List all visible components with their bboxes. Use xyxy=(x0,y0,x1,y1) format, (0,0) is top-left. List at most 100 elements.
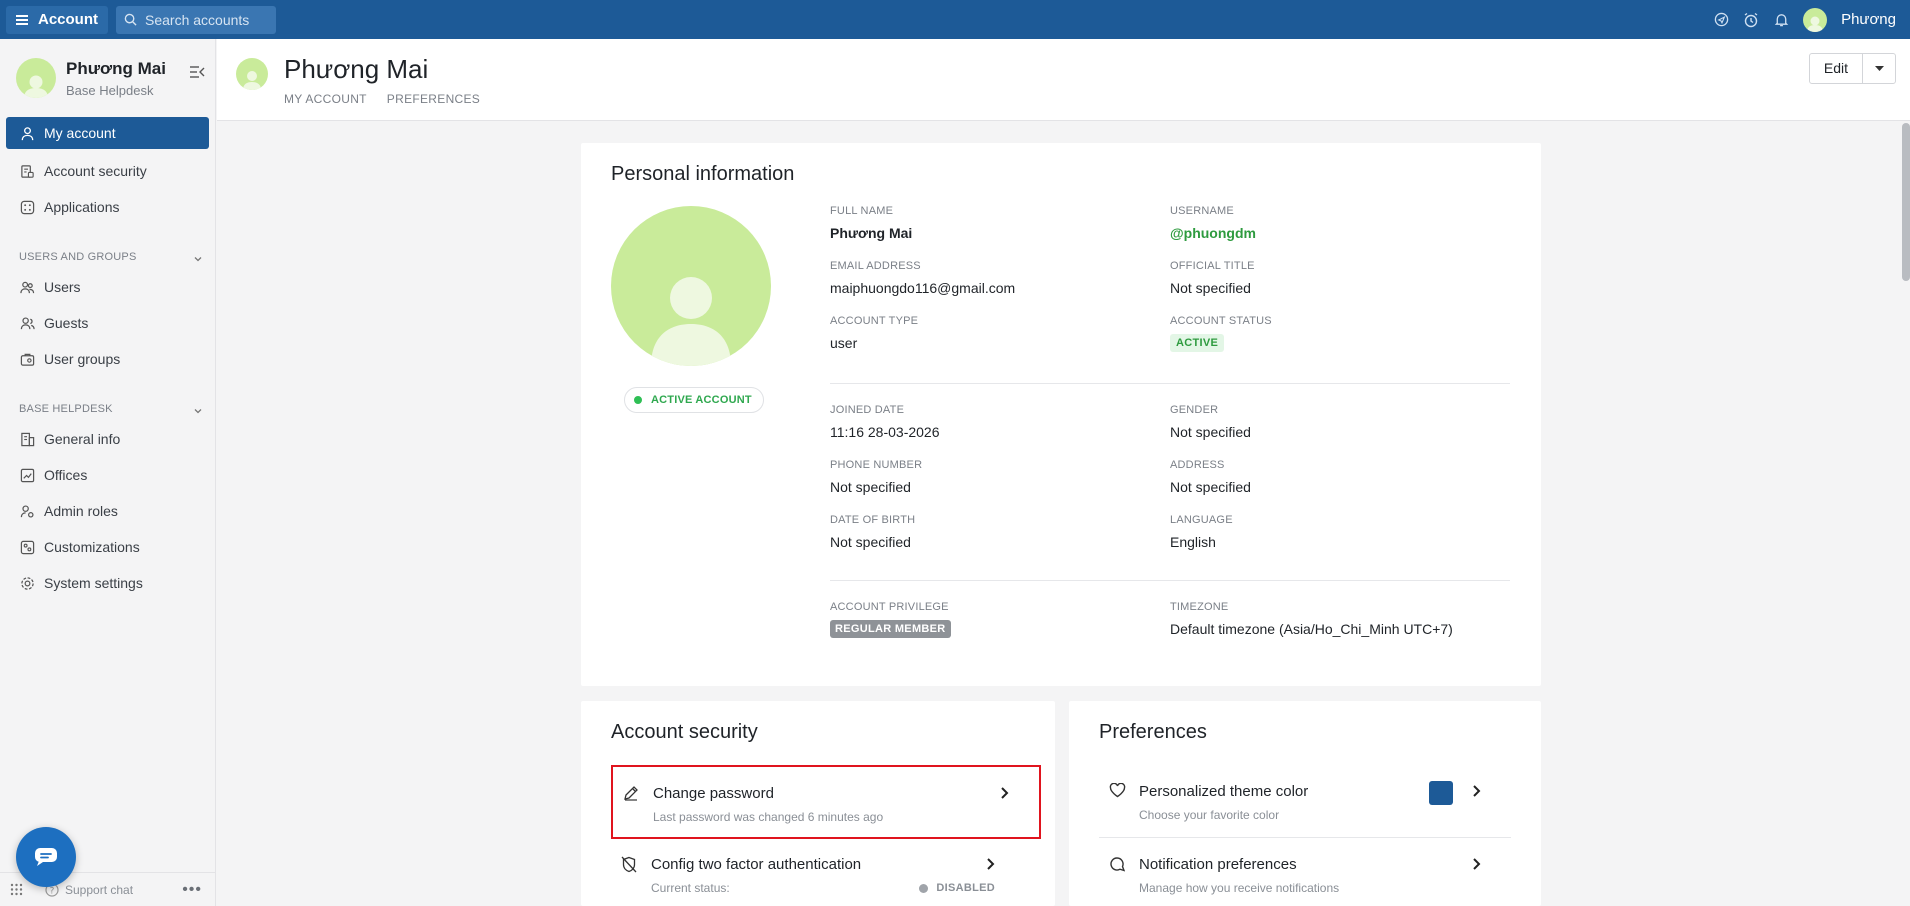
heart-icon xyxy=(1109,783,1126,798)
field-account-privilege: ACCOUNT PRIVILEGE REGULAR MEMBER xyxy=(830,601,951,638)
sidebar-item-label: Guests xyxy=(44,315,89,331)
field-date-of-birth: DATE OF BIRTH Not specified xyxy=(830,514,915,550)
gear-icon xyxy=(21,576,34,590)
section-users-and-groups[interactable]: USERS AND GROUPS xyxy=(0,225,215,269)
theme-color-row[interactable]: Personalized theme color Choose your fav… xyxy=(1099,765,1511,839)
shield-list-icon xyxy=(21,164,34,178)
app-label: Account xyxy=(38,11,98,28)
status-badge: DISABLED xyxy=(919,882,995,894)
notification-preferences-row[interactable]: Notification preferences Manage how you … xyxy=(1099,838,1511,906)
sidebar-item-general-info[interactable]: General info xyxy=(0,421,215,457)
field-label: EMAIL ADDRESS xyxy=(830,260,921,272)
sidebar-item-label: My account xyxy=(44,125,116,141)
sidebar-item-account-security[interactable]: Account security xyxy=(0,153,215,189)
chevron-down-icon xyxy=(194,257,202,262)
section-label: BASE HELPDESK xyxy=(19,403,113,415)
send-icon[interactable] xyxy=(1713,12,1729,28)
sidebar-item-offices[interactable]: Offices xyxy=(0,457,215,493)
field-language: LANGUAGE English xyxy=(1170,514,1233,550)
sidebar-item-customizations[interactable]: Customizations xyxy=(0,529,215,565)
support-chat-link[interactable]: ? Support chat xyxy=(45,883,133,897)
change-password-row[interactable]: Change password Last password was change… xyxy=(611,765,1041,839)
sidebar-item-label: Admin roles xyxy=(44,503,118,519)
status-badge: ACTIVE ACCOUNT xyxy=(624,387,764,413)
offices-icon xyxy=(20,468,35,482)
sidebar-item-label: User groups xyxy=(44,351,121,367)
sidebar-item-user-groups[interactable]: User groups xyxy=(0,341,215,377)
guests-icon xyxy=(20,316,35,329)
sidebar-item-my-account[interactable]: My account xyxy=(6,117,209,149)
field-value: Not specified xyxy=(1170,424,1251,440)
field-label: ADDRESS xyxy=(1170,459,1225,471)
sidebar-item-guests[interactable]: Guests xyxy=(0,305,215,341)
row-title: Change password xyxy=(653,785,774,802)
caret-down-icon xyxy=(1874,65,1884,71)
page-title: Phương Mai xyxy=(284,54,429,84)
hamburger-icon xyxy=(16,13,28,27)
field-label: GENDER xyxy=(1170,404,1219,416)
sidebar-item-label: Applications xyxy=(44,199,120,215)
app-menu-button[interactable]: Account xyxy=(6,5,108,34)
collapse-sidebar-icon[interactable] xyxy=(189,65,205,84)
chevron-right-icon xyxy=(987,858,995,870)
search-placeholder: Search accounts xyxy=(145,11,250,28)
user-avatar[interactable] xyxy=(1803,7,1828,32)
theme-color-swatch xyxy=(1429,781,1453,805)
field-label: USERNAME xyxy=(1170,205,1234,217)
apps-icon xyxy=(20,200,35,214)
field-address: ADDRESS Not specified xyxy=(1170,459,1251,495)
field-label: LANGUAGE xyxy=(1170,514,1233,526)
row-description: Last password was changed 6 minutes ago xyxy=(653,810,884,824)
field-account-status: ACCOUNT STATUS ACTIVE xyxy=(1170,315,1272,352)
field-gender: GENDER Not specified xyxy=(1170,404,1251,440)
card-title: Account security xyxy=(611,721,758,743)
sidebar: Phương Mai Base Helpdesk My account Acco… xyxy=(0,39,216,906)
section-base-helpdesk[interactable]: BASE HELPDESK xyxy=(0,377,215,421)
more-options-icon[interactable]: ••• xyxy=(182,881,202,899)
scrollbar[interactable] xyxy=(1902,123,1910,281)
sidebar-item-admin-roles[interactable]: Admin roles xyxy=(0,493,215,529)
chat-button[interactable] xyxy=(16,827,76,887)
search-input[interactable]: Search accounts xyxy=(116,5,276,34)
bell-icon[interactable] xyxy=(1773,12,1789,28)
chevron-right-icon xyxy=(1473,785,1481,797)
sidebar-item-system-settings[interactable]: System settings xyxy=(0,565,215,601)
field-value: Not specified xyxy=(830,479,911,495)
field-official-title: OFFICIAL TITLE Not specified xyxy=(1170,260,1255,296)
customizations-icon xyxy=(20,540,35,554)
sidebar-item-applications[interactable]: Applications xyxy=(0,189,215,225)
privilege-badge: REGULAR MEMBER xyxy=(830,620,951,638)
apps-grid-icon[interactable] xyxy=(10,883,23,896)
field-value: English xyxy=(1170,534,1216,550)
edit-button-group: Edit xyxy=(1808,53,1896,84)
edit-button[interactable]: Edit xyxy=(1810,54,1863,83)
two-factor-row[interactable]: Config two factor authentication Current… xyxy=(611,838,1025,906)
shield-off-icon xyxy=(621,856,637,873)
preferences-card: Preferences Personalized theme color Cho… xyxy=(1069,701,1541,906)
row-description: Current status: xyxy=(651,881,730,895)
field-value: user xyxy=(830,335,858,351)
row-title: Personalized theme color xyxy=(1139,783,1309,800)
message-icon xyxy=(1110,857,1125,872)
field-value: Not specified xyxy=(830,534,911,550)
field-label: OFFICIAL TITLE xyxy=(1170,260,1255,272)
sidebar-item-label: Customizations xyxy=(44,539,140,555)
row-description: Manage how you receive notifications xyxy=(1139,881,1340,895)
field-label: ACCOUNT TYPE xyxy=(830,315,919,327)
tab-preferences[interactable]: PREFERENCES xyxy=(387,92,480,106)
status-label: DISABLED xyxy=(936,882,995,894)
chat-bubble-icon xyxy=(35,848,57,866)
tab-my-account[interactable]: MY ACCOUNT xyxy=(284,92,367,106)
chevron-down-icon xyxy=(194,409,202,414)
avatar xyxy=(236,58,268,90)
user-name[interactable]: Phương xyxy=(1841,11,1896,28)
sidebar-item-label: General info xyxy=(44,431,121,447)
chevron-right-icon xyxy=(1473,858,1481,870)
user-icon xyxy=(21,126,34,140)
avatar xyxy=(16,58,56,98)
alarm-icon[interactable] xyxy=(1743,12,1759,28)
field-value: Default timezone (Asia/Ho_Chi_Minh UTC+7… xyxy=(1170,621,1453,637)
edit-dropdown-button[interactable] xyxy=(1863,54,1895,83)
sidebar-item-users[interactable]: Users xyxy=(0,269,215,305)
svg-text:?: ? xyxy=(50,886,55,896)
